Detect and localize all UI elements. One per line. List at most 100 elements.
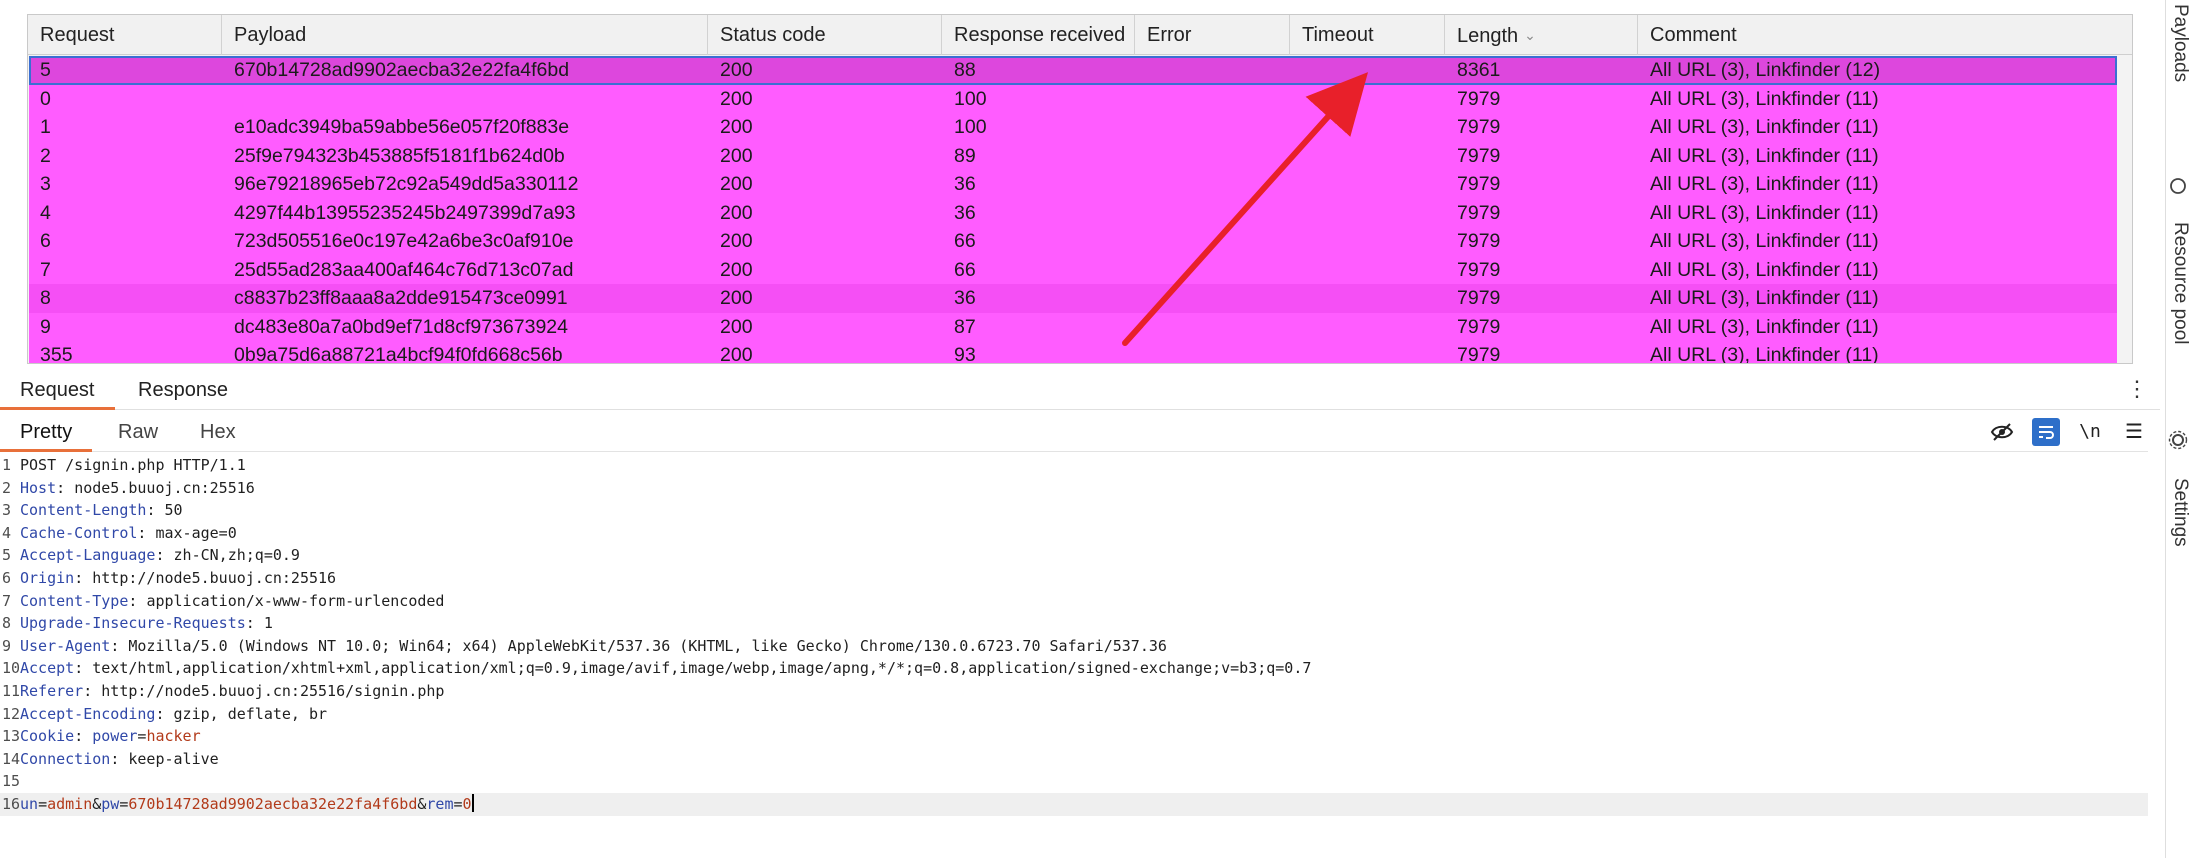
cell-status: 200: [720, 344, 753, 364]
more-options-icon[interactable]: ⋮: [2126, 378, 2148, 400]
cell-length: 7979: [1457, 201, 1501, 224]
table-row[interactable]: 2 25f9e794323b453885f5181f1b624d0b 200 89 79…: [29, 141, 2117, 171]
header-name: Content-Type: [20, 591, 129, 610]
editor-line: 6 Origin: http://node5.buuoj.cn:25516: [0, 567, 336, 590]
column-header-response-received[interactable]: Response received: [942, 15, 1135, 55]
request-editor[interactable]: 1 POST /signin.php HTTP/1.1 2 Host: node5.b…: [0, 454, 2148, 858]
header-colon: :: [146, 501, 165, 520]
cell-payload: 96e79218965eb72c92a549dd5a330112: [234, 173, 579, 195]
table-row[interactable]: 5 670b14728ad9902aecba32e22fa4f6bd 200 88 83…: [29, 56, 2117, 85]
tab-raw[interactable]: Raw: [98, 412, 178, 452]
column-header-error[interactable]: Error: [1135, 15, 1290, 55]
param-separator: &: [92, 795, 102, 813]
cell-received: 100: [954, 116, 987, 138]
cell-timeout: [1291, 170, 1446, 199]
tab-request[interactable]: Request: [0, 370, 115, 410]
cell-received: 66: [954, 230, 976, 252]
param-equals: =: [38, 795, 48, 813]
column-header-label: Payload: [234, 24, 307, 46]
cookie-value: hacker: [146, 727, 201, 746]
tab-hex[interactable]: Hex: [180, 412, 256, 452]
cell-timeout: [1291, 227, 1446, 256]
line-number: 9: [2, 636, 12, 655]
tab-pretty[interactable]: Pretty: [0, 412, 93, 452]
table-row[interactable]: 355 0b9a75d6a88721a4bcf94f0fd668c56b 200 93…: [29, 341, 2117, 364]
cell-payload: [223, 85, 709, 114]
header-colon: :: [128, 591, 147, 610]
editor-line: 8 Upgrade-Insecure-Requests: 1: [0, 612, 273, 635]
cell-request: 7: [40, 258, 51, 281]
editor-line: 12Accept-Encoding: gzip, deflate, br: [0, 703, 327, 726]
header-value: keep-alive: [128, 749, 219, 768]
table-row[interactable]: 4 4297f44b13955235245b2497399d7a93 200 36 79…: [29, 198, 2117, 228]
table-row[interactable]: 8 c8837b23ff8aaa8a2dde915473ce0991 200 36 79…: [29, 284, 2117, 313]
table-row[interactable]: 3 96e79218965eb72c92a549dd5a330112 200 36 79…: [29, 170, 2117, 199]
cell-payload: dc483e80a7a0bd9ef71d8cf973673924: [234, 315, 568, 338]
cell-comment: All URL (3), Linkfinder (11): [1650, 344, 1879, 364]
wrap-lines-icon[interactable]: [2032, 418, 2060, 446]
side-tab-settings[interactable]: Settings: [2169, 478, 2189, 547]
table-row[interactable]: 0 200 100 7979 All URL (3), Linkfinder (11): [29, 84, 2117, 114]
cell-error: [1136, 170, 1291, 199]
cell-timeout: [1291, 284, 1446, 313]
cell-comment: All URL (3), Linkfinder (11): [1650, 173, 1879, 195]
column-header-payload[interactable]: Payload: [222, 15, 708, 55]
newline-toggle-icon[interactable]: \n: [2076, 418, 2104, 446]
column-header-comment[interactable]: Comment: [1638, 15, 2132, 55]
cell-payload: e10adc3949ba59abbe56e057f20f883e: [234, 116, 570, 138]
header-value: node5.buuoj.cn:25516: [74, 478, 255, 497]
cell-timeout: [1291, 199, 1446, 228]
line-number: 1: [2, 456, 12, 474]
column-header-label: Error: [1147, 24, 1192, 46]
side-tab-payloads[interactable]: Payloads: [2169, 4, 2189, 82]
cell-status: 200: [720, 201, 753, 224]
table-row[interactable]: 7 25d55ad283aa400af464c76d713c07ad 200 66 79…: [29, 255, 2117, 284]
column-header-status-code[interactable]: Status code: [708, 15, 942, 55]
column-header-length[interactable]: Length ⌄: [1445, 15, 1638, 55]
menu-icon[interactable]: ☰: [2120, 418, 2148, 446]
cell-received: 36: [954, 287, 976, 309]
cell-length: 7979: [1457, 173, 1501, 195]
header-name: Origin: [20, 569, 75, 587]
cell-received: 88: [954, 59, 976, 81]
cell-request: 5: [40, 59, 51, 81]
cell-payload: 723d505516e0c197e42a6be3c0af910e: [234, 230, 574, 252]
cell-request: 2: [40, 144, 51, 167]
header-value: http://node5.buuoj.cn:25516/signin.php: [101, 682, 445, 700]
header-name: Referer: [20, 682, 84, 700]
table-row[interactable]: 6 723d505516e0c197e42a6be3c0af910e 200 66 79…: [29, 227, 2117, 256]
header-name: Host: [20, 478, 57, 497]
header-name: Accept: [20, 659, 75, 678]
gear-icon: [2168, 430, 2188, 450]
side-tab-resource-pool[interactable]: Resource pool: [2169, 222, 2189, 345]
cell-timeout: [1291, 142, 1446, 171]
cell-received: 100: [954, 87, 987, 110]
header-colon: :: [137, 523, 156, 542]
column-header-request[interactable]: Request: [28, 15, 222, 55]
cell-error: [1136, 313, 1291, 342]
column-header-label: Timeout: [1302, 24, 1374, 46]
column-header-label: Response received: [954, 24, 1126, 46]
header-colon: :: [155, 546, 174, 565]
header-value: Mozilla/5.0 (Windows NT 10.0; Win64; x64…: [128, 636, 1167, 655]
editor-line: 5 Accept-Language: zh-CN,zh;q=0.9: [0, 544, 300, 567]
cell-timeout: [1291, 313, 1446, 342]
editor-line: 14Connection: keep-alive: [0, 748, 219, 771]
header-colon: :: [56, 478, 75, 497]
cell-status: 200: [720, 230, 753, 252]
table-row[interactable]: 9 dc483e80a7a0bd9ef71d8cf973673924 200 87 79…: [29, 312, 2117, 342]
resource-pool-icon: [2170, 178, 2186, 194]
header-colon: :: [74, 727, 93, 746]
cell-request: 8: [40, 287, 51, 309]
cell-status: 200: [720, 287, 753, 309]
column-header-timeout[interactable]: Timeout: [1290, 15, 1445, 55]
cookie-name: power: [92, 727, 138, 746]
tab-response[interactable]: Response: [118, 370, 248, 410]
cell-payload: 25d55ad283aa400af464c76d713c07ad: [234, 258, 574, 281]
cell-status: 200: [720, 144, 753, 167]
table-row[interactable]: 1 e10adc3949ba59abbe56e057f20f883e 200 100 7…: [29, 113, 2117, 142]
hide-eye-icon[interactable]: [1988, 418, 2016, 446]
cell-comment: All URL (3), Linkfinder (11): [1650, 87, 1879, 110]
editor-line: 10Accept: text/html,application/xhtml+xm…: [0, 657, 1311, 680]
cell-comment: All URL (3), Linkfinder (11): [1650, 230, 1879, 252]
